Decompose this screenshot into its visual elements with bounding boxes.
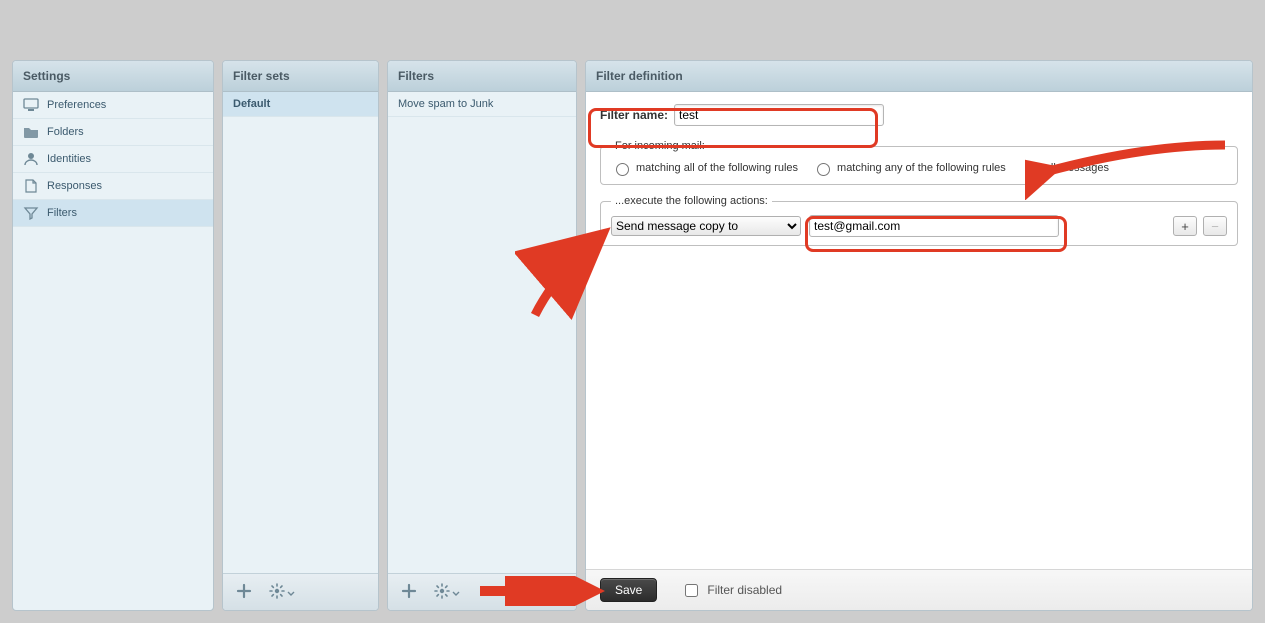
- scope-radio-any-rules[interactable]: [817, 163, 830, 176]
- filterset-item-label: Default: [233, 98, 270, 110]
- scope-option-all-rules[interactable]: matching all of the following rules: [611, 160, 798, 176]
- filterset-settings-button[interactable]: [265, 578, 299, 606]
- filter-disabled-label: Filter disabled: [707, 583, 782, 597]
- action-row: Send message copy to + −: [611, 215, 1227, 237]
- settings-item-label: Preferences: [47, 99, 106, 111]
- settings-list: Preferences Folders Identities: [13, 92, 213, 610]
- save-button[interactable]: Save: [600, 578, 657, 602]
- plus-icon: [401, 583, 417, 602]
- add-filter-button[interactable]: [392, 578, 426, 606]
- scope-label: matching any of the following rules: [837, 162, 1006, 174]
- scope-label: matching all of the following rules: [636, 162, 798, 174]
- settings-item-preferences[interactable]: Preferences: [13, 92, 213, 119]
- filter-name-row: Filter name:: [600, 104, 1238, 126]
- action-target-input[interactable]: [809, 215, 1059, 237]
- settings-header: Settings: [13, 61, 213, 92]
- filtersets-panel: Filter sets Default: [222, 60, 379, 611]
- filter-item[interactable]: Move spam to Junk: [388, 92, 576, 117]
- gear-icon: [434, 583, 450, 602]
- plus-icon: +: [1181, 220, 1189, 233]
- scope-legend: For incoming mail:: [611, 140, 709, 152]
- scope-radio-all-rules[interactable]: [616, 163, 629, 176]
- scope-radio-all-messages[interactable]: [1025, 163, 1038, 176]
- settings-item-label: Filters: [47, 207, 77, 219]
- add-filterset-button[interactable]: [227, 578, 261, 606]
- filter-name-label: Filter name:: [600, 108, 668, 122]
- filterset-item-default[interactable]: Default: [223, 92, 378, 117]
- monitor-icon: [23, 98, 39, 112]
- filter-disabled-checkbox[interactable]: [685, 584, 698, 597]
- gear-icon: [269, 583, 285, 602]
- chevron-down-icon: [287, 585, 295, 600]
- action-select[interactable]: Send message copy to: [611, 216, 801, 236]
- person-icon: [23, 152, 39, 166]
- definition-header: Filter definition: [586, 61, 1252, 92]
- settings-panel: Settings Preferences Folders: [12, 60, 214, 611]
- filter-item-label: Move spam to Junk: [398, 98, 493, 110]
- filter-settings-button[interactable]: [430, 578, 464, 606]
- filter-disabled-toggle[interactable]: Filter disabled: [681, 581, 782, 600]
- chevron-down-icon: [452, 585, 460, 600]
- actions-legend: ...execute the following actions:: [611, 195, 772, 207]
- filter-name-input[interactable]: [674, 104, 884, 126]
- filtersets-header: Filter sets: [223, 61, 378, 92]
- settings-item-identities[interactable]: Identities: [13, 146, 213, 173]
- scope-label: all messages: [1045, 162, 1109, 174]
- filters-list: Move spam to Junk: [388, 92, 576, 573]
- definition-body: Filter name: For incoming mail: matching…: [586, 92, 1252, 569]
- scope-option-all-messages[interactable]: all messages: [1020, 160, 1109, 176]
- filtersets-list: Default: [223, 92, 378, 573]
- actions-fieldset: ...execute the following actions: Send m…: [600, 195, 1238, 246]
- remove-action-button[interactable]: −: [1203, 216, 1227, 236]
- settings-item-filters[interactable]: Filters: [13, 200, 213, 227]
- scope-fieldset: For incoming mail: matching all of the f…: [600, 140, 1238, 185]
- document-icon: [23, 179, 39, 193]
- settings-item-label: Folders: [47, 126, 84, 138]
- minus-icon: −: [1211, 220, 1219, 233]
- folder-icon: [23, 125, 39, 139]
- settings-item-responses[interactable]: Responses: [13, 173, 213, 200]
- settings-item-folders[interactable]: Folders: [13, 119, 213, 146]
- funnel-icon: [23, 206, 39, 220]
- plus-icon: [236, 583, 252, 602]
- definition-panel: Filter definition Filter name: For incom…: [585, 60, 1253, 611]
- settings-item-label: Identities: [47, 153, 91, 165]
- definition-footer: Save Filter disabled: [586, 569, 1252, 610]
- filters-footer: [388, 573, 576, 610]
- filtersets-footer: [223, 573, 378, 610]
- filters-panel: Filters Move spam to Junk: [387, 60, 577, 611]
- add-action-button[interactable]: +: [1173, 216, 1197, 236]
- settings-item-label: Responses: [47, 180, 102, 192]
- filters-header: Filters: [388, 61, 576, 92]
- scope-option-any-rules[interactable]: matching any of the following rules: [812, 160, 1006, 176]
